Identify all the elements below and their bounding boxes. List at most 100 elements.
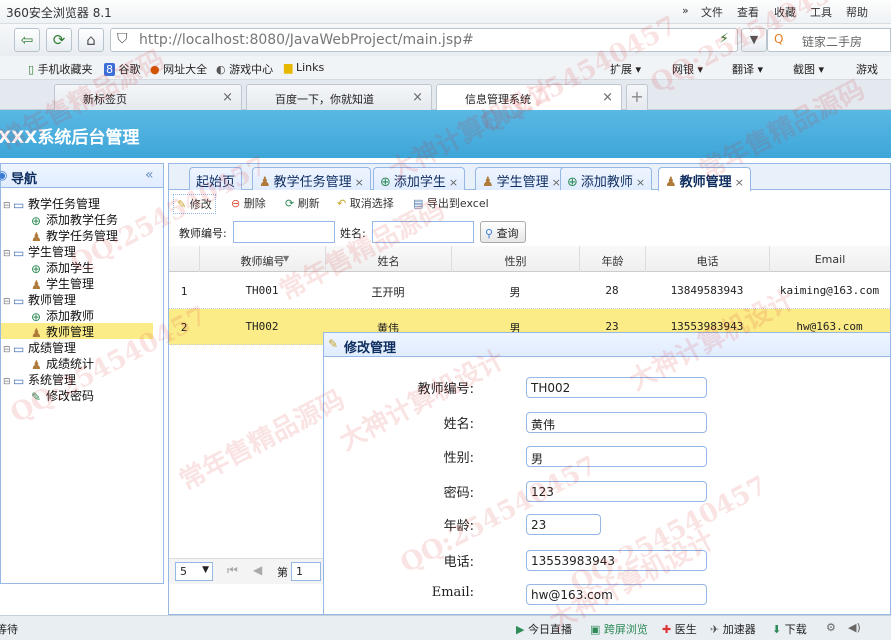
tree-toggle-icon[interactable]: ⊟ (3, 201, 13, 211)
nav-item-3[interactable]: ⊟ ▭ 学生管理 (1, 243, 153, 260)
reload-button[interactable]: ⟳ (46, 28, 72, 52)
content-tab-3[interactable]: ♟ 学生管理 × (475, 167, 568, 190)
browser-tab-active[interactable]: 信息管理系统 × (436, 84, 622, 110)
nav-item-10[interactable]: ♟ 成绩统计 (1, 355, 153, 372)
cancel-select-button[interactable]: ↶ 取消选择 (337, 195, 394, 211)
tree-toggle-icon[interactable]: ⊟ (3, 377, 13, 387)
page-size-select[interactable]: 5 ▼ (175, 562, 213, 581)
nav-item-6[interactable]: ⊟ ▭ 教师管理 (1, 291, 153, 308)
app-title: XXX系统后台管理 (0, 128, 140, 148)
status-download[interactable]: ⬇ 下载 (772, 621, 807, 637)
tree-toggle-icon[interactable]: ⊟ (3, 249, 13, 259)
games-button[interactable]: 游戏 (856, 61, 878, 77)
status-live[interactable]: ▶ 今日直播 (516, 621, 572, 637)
column-header-1[interactable]: 姓名 (325, 246, 451, 272)
fav-links[interactable]: ▆ Links (284, 61, 324, 74)
teacher-no-input[interactable] (233, 221, 335, 243)
close-icon[interactable]: × (412, 90, 423, 105)
close-icon[interactable]: × (449, 176, 458, 189)
nav-item-label: 学生管理 (46, 277, 95, 291)
settings-icon[interactable]: ⚙ (826, 621, 836, 634)
address-bar[interactable]: ⛉ http://localhost:8080/JavaWebProject/m… (110, 28, 738, 52)
content-tab-4[interactable]: ⊕ 添加教师 × (560, 167, 653, 190)
nav-item-12[interactable]: ✎ 修改密码 (1, 387, 153, 404)
content-tab-5[interactable]: ♟ 教师管理 × (658, 167, 751, 191)
export-excel-button[interactable]: ▤ 导出到excel (413, 195, 489, 211)
collapse-button[interactable]: « (145, 167, 154, 183)
close-icon[interactable]: × (355, 176, 364, 189)
sort-desc-icon[interactable]: ▼ (283, 254, 289, 263)
nav-item-8[interactable]: ♟ 教师管理 (1, 323, 153, 340)
nav-item-0[interactable]: ⊟ ▭ 教学任务管理 (1, 195, 153, 212)
content-tab-2[interactable]: ⊕ 添加学生 × (373, 167, 466, 190)
nav-item-label: 成绩管理 (28, 341, 77, 355)
browser-tab-baidu[interactable]: 百度一下，你就知道 × (246, 84, 432, 110)
menu-help[interactable]: 帮助 (846, 4, 868, 20)
home-button[interactable]: ⌂ (78, 28, 104, 52)
column-header-2[interactable]: 性别 (451, 246, 579, 272)
screenshot-button[interactable]: 截图 ▾ (793, 61, 824, 77)
nav-item-2[interactable]: ♟ 教学任务管理 (1, 227, 153, 244)
nav-item-4[interactable]: ⊕ 添加学生 (1, 259, 153, 276)
fav-mobile[interactable]: ▯ 手机收藏夹 (28, 61, 93, 77)
status-cross-screen[interactable]: ▣ 跨屏浏览 (590, 621, 648, 637)
nav-item-5[interactable]: ♟ 学生管理 (1, 275, 153, 292)
edit-button[interactable]: ✎ 修改 (173, 194, 216, 214)
nav-item-7[interactable]: ⊕ 添加教师 (1, 307, 153, 324)
menu-view[interactable]: 查看 (737, 4, 759, 20)
refresh-button[interactable]: ⟳ 刷新 (285, 195, 320, 211)
field-input-0[interactable]: TH002 (526, 377, 707, 398)
search-input[interactable]: Q 链家二手房 (767, 28, 891, 52)
nav-item-11[interactable]: ⊟ ▭ 系统管理 (1, 371, 153, 388)
column-header-0[interactable]: 教师编号 (199, 246, 325, 272)
field-input-6[interactable]: hw@163.com (526, 584, 707, 605)
column-header-4[interactable]: 电话 (645, 246, 769, 272)
nav-item-1[interactable]: ⊕ 添加教学任务 (1, 211, 153, 228)
new-tab-button[interactable]: + (626, 84, 648, 110)
field-input-1[interactable]: 黄伟 (526, 412, 707, 433)
back-arrow-icon: ⇦ (20, 31, 34, 49)
field-input-4[interactable]: 23 (526, 514, 601, 535)
browser-tab-newtab[interactable]: 新标签页 × (54, 84, 242, 110)
field-input-3[interactable]: 123 (526, 481, 707, 502)
flash-icon[interactable]: ⚡ (719, 31, 729, 47)
prev-page-icon[interactable]: ◀ (253, 563, 262, 577)
close-icon[interactable]: × (735, 176, 744, 189)
menu-tools[interactable]: 工具 (810, 4, 832, 20)
close-icon[interactable]: × (636, 176, 645, 189)
close-icon[interactable]: × (222, 90, 233, 105)
content-tab-0[interactable]: 起始页 (189, 167, 243, 190)
tree-toggle-icon[interactable]: ⊟ (3, 297, 13, 307)
name-input[interactable] (372, 221, 474, 243)
content-tab-1[interactable]: ♟ 教学任务管理 × (252, 167, 371, 190)
nav-item-9[interactable]: ⊟ ▭ 成绩管理 (1, 339, 153, 356)
menu-more[interactable]: » (682, 4, 689, 17)
translate-button[interactable]: 翻译 ▾ (732, 61, 763, 77)
add-icon: ⊕ (31, 310, 42, 324)
table-row[interactable]: 1 TH001 王开明 男 28 13849583943 kaiming@163.com (169, 273, 890, 309)
nav-item-label: 成绩统计 (46, 357, 95, 371)
bank-button[interactable]: 网银 ▾ (672, 61, 703, 77)
undo-icon: ↶ (337, 197, 347, 210)
fav-game[interactable]: ◐ 游戏中心 (216, 61, 273, 77)
page-number-input[interactable]: 1 (291, 562, 321, 581)
address-dropdown-button[interactable]: ▼ (741, 28, 767, 52)
close-icon[interactable]: × (602, 90, 613, 105)
fav-google[interactable]: 8 谷歌 (104, 61, 141, 77)
back-button[interactable]: ⇦ (14, 28, 40, 52)
field-input-2[interactable]: 男 (526, 446, 707, 467)
query-button[interactable]: ⚲ 查询 (480, 221, 526, 243)
status-accelerator[interactable]: ✈ 加速器 (710, 621, 756, 637)
ext-button[interactable]: 扩展 ▾ (610, 61, 641, 77)
fav-hao[interactable]: ● 网址大全 (150, 61, 207, 77)
column-header-5[interactable]: Email (769, 246, 890, 272)
delete-button[interactable]: ⊖ 删除 (231, 195, 266, 211)
menu-favorites[interactable]: 收藏 (774, 4, 796, 20)
column-header-3[interactable]: 年龄 (579, 246, 645, 272)
tree-toggle-icon[interactable]: ⊟ (3, 345, 13, 355)
first-page-icon[interactable]: ⏮ (227, 563, 238, 578)
field-input-5[interactable]: 13553983943 (526, 550, 707, 571)
status-doctor[interactable]: ✚ 医生 (662, 621, 697, 637)
sound-icon[interactable]: ◀) (848, 621, 861, 634)
menu-file[interactable]: 文件 (701, 4, 723, 20)
